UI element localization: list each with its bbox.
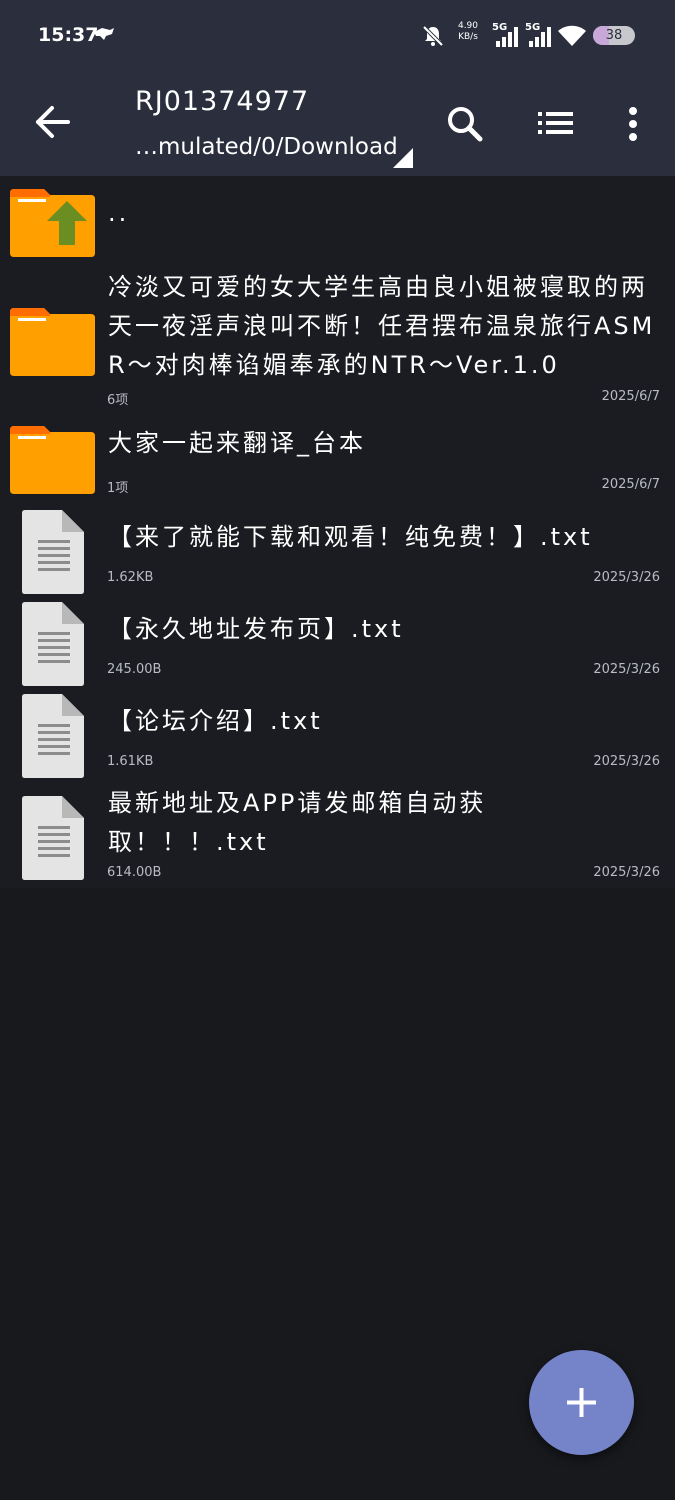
file-name: 冷淡又可爱的女大学生高由良小姐被寝取的两天一夜淫声浪叫不断！任君摆布温泉旅行AS… xyxy=(108,273,656,379)
back-arrow-icon xyxy=(36,106,70,138)
battery-level: 38 xyxy=(605,28,623,43)
modified-date: 2025/3/26 xyxy=(593,754,660,769)
file-name: .. xyxy=(108,199,130,227)
file-size: 245.00B xyxy=(107,662,162,677)
folder-icon xyxy=(10,426,95,498)
list-item-file[interactable]: 【论坛介绍】.txt 1.61KB 2025/3/26 xyxy=(0,692,675,778)
text-file-icon xyxy=(22,796,84,884)
folder-up-icon xyxy=(10,189,95,261)
item-count: 6项 xyxy=(107,393,129,408)
modified-date: 2025/6/7 xyxy=(601,389,660,404)
wifi-icon xyxy=(558,24,586,52)
list-item-folder[interactable]: 大家一起来翻译_台本 1项 2025/6/7 xyxy=(0,420,675,498)
modified-date: 2025/3/26 xyxy=(593,570,660,585)
path-dropdown[interactable]: …mulated/0/Download xyxy=(135,134,398,160)
net-speed-value: 4.90 xyxy=(457,21,479,31)
more-options-button[interactable] xyxy=(611,102,655,146)
net-speed-unit: KB/s xyxy=(458,32,478,42)
file-list: .. 冷淡又可爱的女大学生高由良小姐被寝取的两天一夜淫声浪叫不断！任君摆布温泉旅… xyxy=(0,176,675,888)
list-view-icon xyxy=(538,112,573,134)
status-bar: 15:37 4.90 KB/s 5G 5G 38 xyxy=(0,0,675,72)
text-file-icon xyxy=(22,510,84,598)
list-item-file[interactable]: 最新地址及APP请发邮箱自动获取！！！.txt 614.00B 2025/3/2… xyxy=(0,782,675,888)
list-item-file[interactable]: 【永久地址发布页】.txt 245.00B 2025/3/26 xyxy=(0,600,675,686)
add-button[interactable] xyxy=(529,1350,634,1455)
status-time: 15:37 xyxy=(38,24,99,46)
item-count: 1项 xyxy=(107,481,129,496)
list-item-parent[interactable]: .. xyxy=(0,176,675,260)
back-button[interactable] xyxy=(30,100,74,144)
list-view-button[interactable] xyxy=(534,102,578,146)
file-name: 【永久地址发布页】.txt xyxy=(108,615,404,643)
more-vert-icon xyxy=(629,107,637,141)
battery-icon: 38 xyxy=(593,26,635,45)
search-button[interactable] xyxy=(443,102,487,146)
toolbar: RJ01374977 …mulated/0/Download xyxy=(0,72,675,176)
file-size: 1.62KB xyxy=(107,570,154,585)
file-size: 614.00B xyxy=(107,865,162,880)
search-icon xyxy=(448,107,483,142)
file-name: 大家一起来翻译_台本 xyxy=(108,429,366,457)
file-size: 1.61KB xyxy=(107,754,154,769)
modified-date: 2025/3/26 xyxy=(593,662,660,677)
mute-bell-icon xyxy=(421,24,445,52)
plus-icon xyxy=(567,1388,596,1417)
file-name: 【来了就能下载和观看！纯免费！】.txt xyxy=(108,523,593,551)
list-item-file[interactable]: 【来了就能下载和观看！纯免费！】.txt 1.62KB 2025/3/26 xyxy=(0,508,675,594)
app-notification-icon xyxy=(92,24,116,48)
dropdown-triangle-icon[interactable] xyxy=(393,148,413,172)
modified-date: 2025/6/7 xyxy=(601,477,660,492)
text-file-icon xyxy=(22,602,84,690)
network-speed: 4.90 KB/s xyxy=(456,21,480,43)
folder-icon xyxy=(10,308,95,380)
file-name: 最新地址及APP请发邮箱自动获取！！！.txt xyxy=(108,789,487,856)
signal-icon xyxy=(496,27,520,51)
file-name: 【论坛介绍】.txt xyxy=(108,707,323,735)
folder-title: RJ01374977 xyxy=(135,86,310,117)
signal-icon xyxy=(529,27,553,51)
list-item-folder[interactable]: 冷淡又可爱的女大学生高由良小姐被寝取的两天一夜淫声浪叫不断！任君摆布温泉旅行AS… xyxy=(0,266,675,412)
modified-date: 2025/3/26 xyxy=(593,865,660,880)
text-file-icon xyxy=(22,694,84,782)
